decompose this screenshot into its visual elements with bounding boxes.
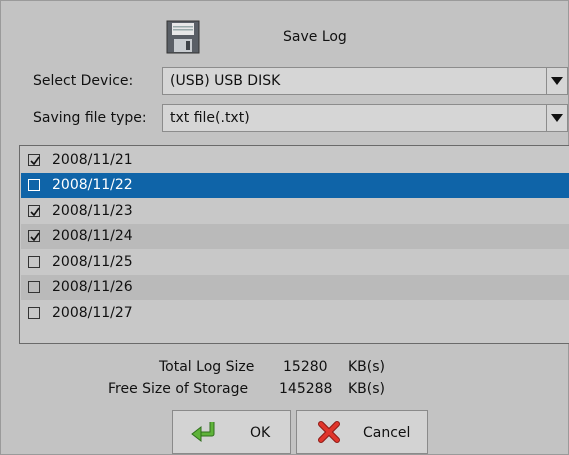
- checkbox[interactable]: [28, 230, 40, 242]
- total-log-size-value: 15280: [283, 359, 328, 375]
- log-date: 2008/11/27: [52, 305, 133, 321]
- ok-label: OK: [250, 425, 271, 441]
- enter-arrow-icon: [191, 422, 215, 443]
- close-icon: [318, 421, 340, 443]
- floppy-disk-icon: [166, 20, 200, 54]
- saving-file-type-label: Saving file type:: [33, 110, 147, 126]
- log-date-list[interactable]: 2008/11/21 2008/11/22 2008/11/23 2008/11…: [19, 145, 569, 344]
- select-device-value: (USB) USB DISK: [170, 73, 281, 89]
- checkbox[interactable]: [28, 154, 40, 166]
- free-storage-unit: KB(s): [348, 381, 386, 397]
- dialog-title: Save Log: [283, 29, 347, 45]
- select-device-label: Select Device:: [33, 73, 134, 89]
- list-item[interactable]: 2008/11/21: [21, 148, 569, 173]
- list-item[interactable]: 2008/11/23: [21, 199, 569, 224]
- list-item[interactable]: 2008/11/26: [21, 275, 569, 300]
- log-date: 2008/11/23: [52, 203, 133, 219]
- list-item[interactable]: 2008/11/22: [21, 173, 569, 198]
- checkbox[interactable]: [28, 205, 40, 217]
- save-log-dialog: Save Log Select Device: (USB) USB DISK S…: [0, 0, 569, 455]
- chevron-down-icon[interactable]: [546, 105, 567, 131]
- log-date: 2008/11/24: [52, 228, 133, 244]
- list-item[interactable]: 2008/11/27: [21, 301, 569, 326]
- checkbox[interactable]: [28, 179, 40, 191]
- checkbox[interactable]: [28, 256, 40, 268]
- list-item[interactable]: 2008/11/25: [21, 250, 569, 275]
- title-bar: Save Log: [1, 1, 568, 57]
- file-type-dropdown[interactable]: txt file(.txt): [162, 104, 568, 132]
- log-date: 2008/11/26: [52, 279, 133, 295]
- total-log-size-unit: KB(s): [348, 359, 386, 375]
- checkbox[interactable]: [28, 307, 40, 319]
- cancel-label: Cancel: [363, 425, 411, 441]
- list-item[interactable]: 2008/11/24: [21, 224, 569, 249]
- total-log-size-label: Total Log Size: [159, 359, 255, 375]
- select-device-dropdown[interactable]: (USB) USB DISK: [162, 67, 568, 95]
- file-type-value: txt file(.txt): [170, 110, 250, 126]
- checkbox[interactable]: [28, 281, 40, 293]
- free-storage-label: Free Size of Storage: [108, 381, 249, 397]
- log-date: 2008/11/21: [52, 152, 133, 168]
- cancel-button[interactable]: Cancel: [296, 410, 428, 454]
- log-date: 2008/11/25: [52, 254, 133, 270]
- ok-button[interactable]: OK: [172, 410, 291, 454]
- log-date: 2008/11/22: [52, 177, 133, 193]
- free-storage-value: 145288: [279, 381, 333, 397]
- chevron-down-icon[interactable]: [546, 68, 567, 94]
